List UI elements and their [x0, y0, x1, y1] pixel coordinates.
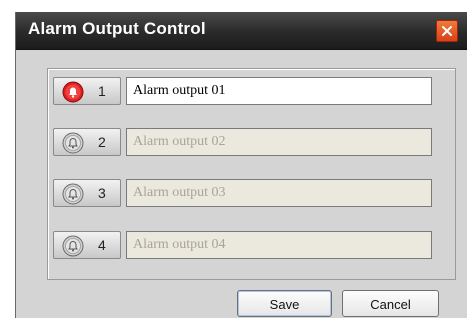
title-bar: Alarm Output Control [16, 12, 467, 50]
output-name-field-1[interactable] [126, 77, 432, 105]
alarm-bell-gray-icon [62, 235, 84, 257]
close-button[interactable] [436, 20, 458, 42]
output-name-field-3[interactable] [126, 179, 432, 207]
output-number: 1 [98, 83, 106, 99]
output-number: 2 [98, 134, 106, 150]
save-button[interactable]: Save [237, 290, 332, 317]
alarm-output-toggle-1[interactable]: 1 [53, 77, 121, 105]
alarm-bell-gray-icon [62, 183, 84, 205]
close-icon [442, 26, 452, 36]
cancel-button[interactable]: Cancel [342, 290, 439, 317]
dialog-title: Alarm Output Control [28, 19, 206, 38]
output-name-field-4[interactable] [126, 231, 432, 259]
output-number: 3 [98, 185, 106, 201]
output-name-field-2[interactable] [126, 128, 432, 156]
output-number: 4 [98, 237, 106, 253]
alarm-bell-red-icon [62, 81, 84, 103]
alarm-output-dialog: Alarm Output Control 1 Alarm output 01 2… [15, 12, 467, 318]
alarm-output-toggle-2[interactable]: 2 [53, 128, 121, 156]
alarm-output-toggle-4[interactable]: 4 [53, 231, 121, 259]
alarm-bell-gray-icon [62, 132, 84, 154]
alarm-output-toggle-3[interactable]: 3 [53, 179, 121, 207]
